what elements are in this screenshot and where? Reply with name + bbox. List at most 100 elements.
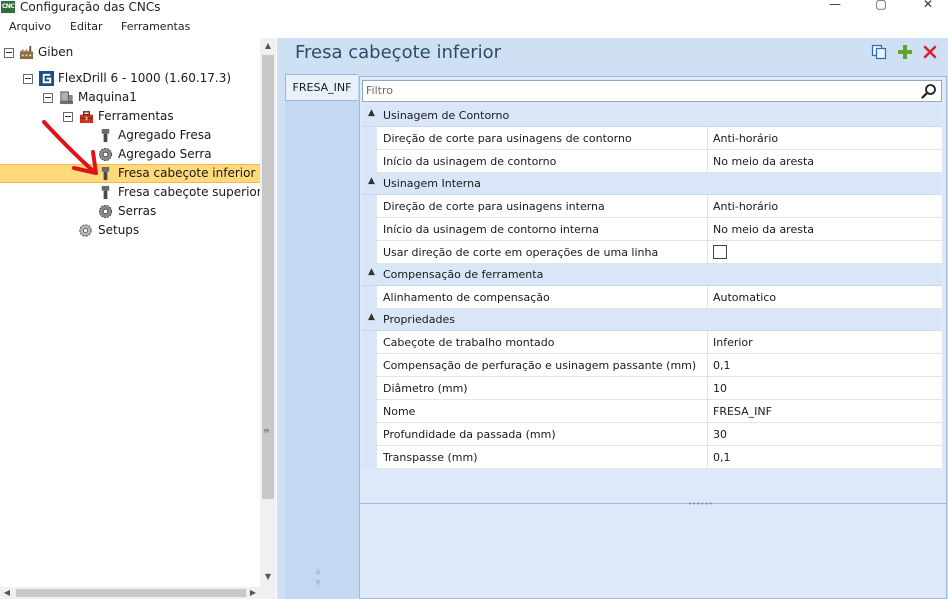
property-value[interactable]: Inferior	[713, 336, 753, 349]
scrollbar-thumb[interactable]	[16, 589, 246, 597]
collapse-icon[interactable]	[23, 74, 33, 84]
property-row[interactable]: Alinhamento de compensação Automatico	[362, 286, 942, 309]
property-value[interactable]: Anti-horário	[713, 132, 778, 145]
splitter-grip-icon: ••••••	[688, 500, 713, 508]
app-icon: CNC	[1, 1, 15, 13]
column-divider	[707, 218, 708, 240]
column-divider	[707, 377, 708, 399]
property-name: Profundidade da passada (mm)	[383, 428, 556, 441]
tree-node-setups[interactable]: Setups	[0, 221, 258, 240]
property-row[interactable]: Profundidade da passada (mm) 30	[362, 423, 942, 446]
tree-label: Ferramentas	[98, 109, 174, 123]
property-name: Direção de corte para usinagens interna	[383, 200, 605, 213]
column-divider	[707, 195, 708, 217]
delete-icon[interactable]	[922, 44, 938, 60]
property-name: Cabeçote de trabalho montado	[383, 336, 555, 349]
property-row[interactable]: Início da usinagem de contorno interna N…	[362, 218, 942, 241]
property-row[interactable]: Diâmetro (mm) 10	[362, 377, 942, 400]
column-divider	[707, 150, 708, 172]
tree-horizontal-scrollbar[interactable]: ◀ ▶	[0, 587, 276, 599]
router-bit-icon	[101, 185, 110, 200]
category-propriedades[interactable]: ▲ Propriedades	[362, 309, 942, 331]
minimize-button[interactable]: —	[825, 0, 845, 13]
property-name: Início da usinagem de contorno interna	[383, 223, 599, 236]
property-row[interactable]: Compensação de perfuração e usinagem pas…	[362, 354, 942, 377]
tree-panel: Giben FlexDrill 6 - 1000 (1.60.17.3) Maq…	[0, 38, 262, 599]
property-value[interactable]: 30	[713, 428, 727, 441]
window-title: Configuração das CNCs	[20, 0, 161, 14]
menu-arquivo[interactable]: Arquivo	[9, 20, 51, 33]
add-icon[interactable]	[897, 44, 913, 60]
column-divider	[707, 241, 708, 263]
collapse-icon[interactable]	[43, 93, 53, 103]
tree-node-maquina1[interactable]: Maquina1	[0, 88, 258, 107]
property-name: Alinhamento de compensação	[383, 291, 550, 304]
close-button[interactable]: ✕	[918, 0, 938, 13]
scroll-down-icon[interactable]: ▼	[260, 569, 276, 585]
property-value[interactable]: 0,1	[713, 359, 731, 372]
property-name: Nome	[383, 405, 416, 418]
tree-label: Giben	[38, 45, 74, 59]
property-row[interactable]: Cabeçote de trabalho montado Inferior	[362, 331, 942, 354]
tree-node-serras[interactable]: Serras	[0, 202, 258, 221]
tab-fresa-inf[interactable]: FRESA_INF	[285, 74, 358, 101]
copy-icon[interactable]	[871, 44, 887, 60]
collapse-caret-icon[interactable]: ▲	[368, 312, 375, 322]
column-divider	[707, 354, 708, 376]
filter-box[interactable]	[362, 80, 942, 102]
row-gutter	[362, 241, 377, 263]
property-value[interactable]: No meio da aresta	[713, 223, 814, 236]
tree-node-giben[interactable]: Giben	[0, 43, 258, 62]
property-row[interactable]: Nome FRESA_INF	[362, 400, 942, 423]
property-value[interactable]: 10	[713, 382, 727, 395]
property-row[interactable]: Usar direção de corte em operações de um…	[362, 241, 942, 264]
row-gutter	[362, 423, 377, 445]
property-row[interactable]: Direção de corte para usinagens de conto…	[362, 127, 942, 150]
menu-editar[interactable]: Editar	[70, 20, 103, 33]
title-bar: CNC Configuração das CNCs — ▢ ✕	[0, 0, 948, 15]
scroll-up-icon[interactable]: ▲	[260, 38, 276, 54]
property-value[interactable]: FRESA_INF	[713, 405, 772, 418]
filter-input[interactable]	[366, 82, 906, 98]
tree-label: FlexDrill 6 - 1000 (1.60.17.3)	[58, 71, 232, 85]
usar-direcao-checkbox[interactable]	[713, 245, 727, 259]
category-usinagem-de-contorno[interactable]: ▲ Usinagem de Contorno	[362, 105, 942, 127]
tree-node-fresa-cabecote-superior[interactable]: Fresa cabeçote superior	[0, 183, 262, 202]
category-usinagem-interna[interactable]: ▲ Usinagem Interna	[362, 173, 942, 195]
scroll-right-icon[interactable]: ▶	[246, 587, 260, 599]
tree-vertical-scrollbar[interactable]: ▲ ≡ ▼	[260, 38, 276, 587]
category-label: Usinagem Interna	[383, 177, 481, 190]
saw-gear-icon	[98, 204, 113, 219]
property-name: Início da usinagem de contorno	[383, 155, 557, 168]
category-compensacao-de-ferramenta[interactable]: ▲ Compensação de ferramenta	[362, 264, 942, 286]
tree-label: Setups	[98, 223, 140, 237]
collapse-caret-icon[interactable]: ▲	[368, 108, 375, 118]
description-area	[360, 508, 946, 598]
property-row[interactable]: Início da usinagem de contorno No meio d…	[362, 150, 942, 173]
property-name: Diâmetro (mm)	[383, 382, 468, 395]
tree-label: Fresa cabeçote inferior	[118, 166, 256, 180]
collapse-caret-icon[interactable]: ▲	[368, 267, 375, 277]
row-gutter	[362, 195, 377, 217]
property-value[interactable]: Automatico	[713, 291, 776, 304]
collapse-caret-icon[interactable]: ▲	[368, 176, 375, 186]
collapse-icon[interactable]	[4, 48, 14, 58]
property-row[interactable]: Transpasse (mm) 0,1	[362, 446, 942, 469]
tab-scroll-up-icon[interactable]: ▲	[315, 566, 321, 575]
property-name: Compensação de perfuração e usinagem pas…	[383, 359, 697, 372]
column-divider	[707, 127, 708, 149]
maximize-button[interactable]: ▢	[871, 0, 891, 13]
property-grid-frame: ▲ Usinagem de Contorno Direção de corte …	[359, 76, 947, 599]
property-value[interactable]: Anti-horário	[713, 200, 778, 213]
row-gutter	[362, 331, 377, 353]
property-row[interactable]: Direção de corte para usinagens interna …	[362, 195, 942, 218]
scroll-left-icon[interactable]: ◀	[0, 587, 14, 599]
tab-scroll-down-icon[interactable]: ▼	[315, 578, 321, 587]
tree-node-flexdrill[interactable]: FlexDrill 6 - 1000 (1.60.17.3)	[0, 69, 258, 88]
menu-bar: Arquivo Editar Ferramentas	[0, 15, 948, 38]
property-value[interactable]: No meio da aresta	[713, 155, 814, 168]
tree-label: Fresa cabeçote superior	[118, 185, 262, 199]
search-icon[interactable]	[921, 83, 937, 99]
menu-ferramentas[interactable]: Ferramentas	[121, 20, 190, 33]
property-value[interactable]: 0,1	[713, 451, 731, 464]
